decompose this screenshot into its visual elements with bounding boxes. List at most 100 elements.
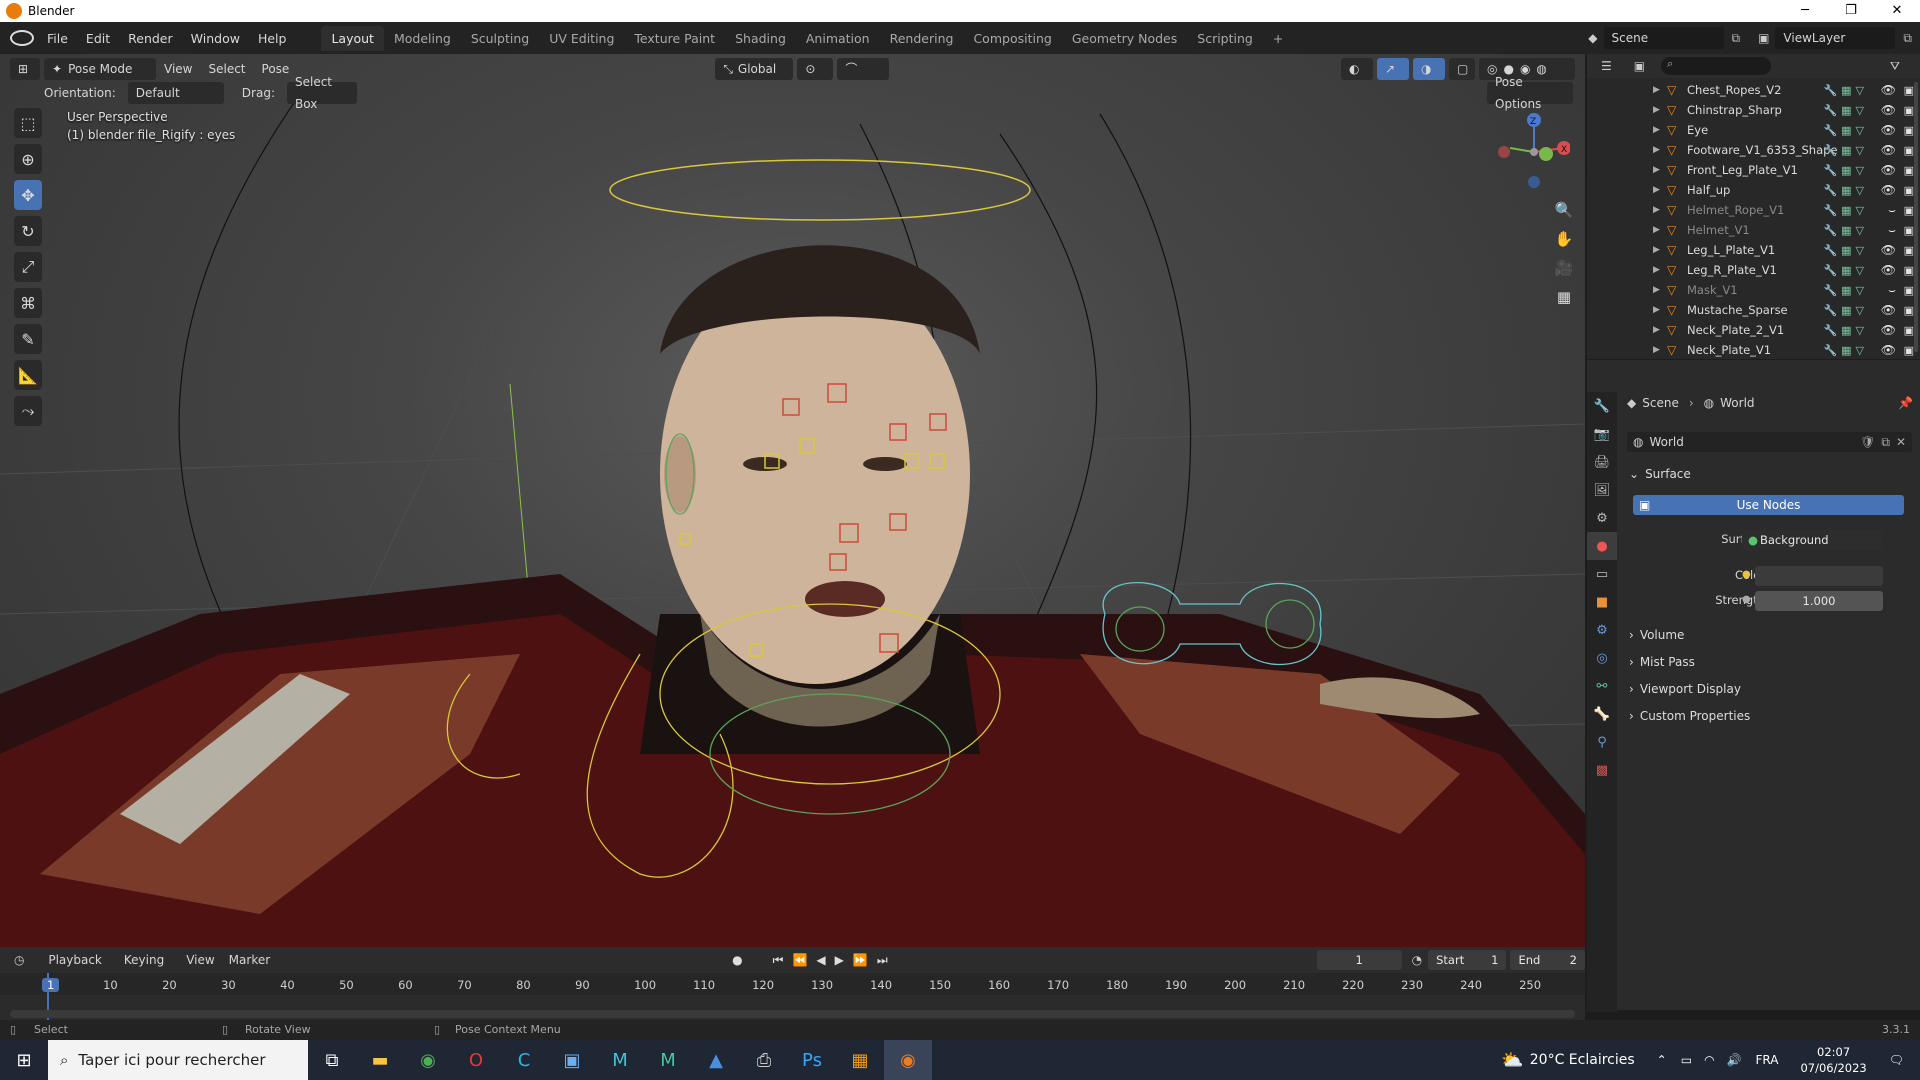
timeline-editor-icon[interactable]: ◷: [14, 953, 42, 967]
menu-file[interactable]: File: [38, 31, 77, 46]
jump-start-icon[interactable]: ⏮: [773, 953, 793, 967]
expand-arrow-icon[interactable]: ▶: [1653, 285, 1667, 295]
modifier-data-icons[interactable]: 🔧▦▽: [1823, 344, 1868, 357]
move-tool-icon[interactable]: ✥: [14, 180, 42, 210]
texture-tab-icon[interactable]: ▩: [1587, 756, 1617, 784]
menu-render[interactable]: Render: [119, 31, 182, 46]
minimize-button[interactable]: ─: [1782, 0, 1828, 22]
taskbar-search-input[interactable]: ⌕ Taper ici pour rechercher: [48, 1040, 308, 1080]
fake-user-icon[interactable]: 🛡: [1860, 435, 1875, 449]
render-camera-icon[interactable]: ▣: [1904, 144, 1914, 157]
output-tab-icon[interactable]: 🖨: [1587, 448, 1617, 476]
timeline-menu-view[interactable]: View: [186, 953, 214, 967]
render-tab-icon[interactable]: 📷: [1587, 420, 1617, 448]
outliner-item[interactable]: ▶ ▽ Chest_Ropes_V2 🔧▦▽ 👁 ▣: [1587, 80, 1920, 100]
render-camera-icon[interactable]: ▣: [1904, 104, 1914, 117]
collection-tab-icon[interactable]: ▭: [1587, 560, 1617, 588]
visibility-eye-icon[interactable]: 👁: [1881, 343, 1896, 357]
outliner-item[interactable]: ▶ ▽ Half_up 🔧▦▽ 👁 ▣: [1587, 180, 1920, 200]
outliner-item[interactable]: ▶ ▽ Eye 🔧▦▽ 👁 ▣: [1587, 120, 1920, 140]
expand-arrow-icon[interactable]: ▶: [1653, 325, 1667, 335]
modifier-data-icons[interactable]: 🔧▦▽: [1823, 324, 1868, 337]
display-mode-icon[interactable]: ▣: [1634, 59, 1645, 73]
visibility-eye-icon[interactable]: 👁: [1881, 323, 1896, 337]
visibility-eye-icon[interactable]: 👁: [1881, 243, 1896, 257]
expand-arrow-icon[interactable]: ▶: [1653, 205, 1667, 215]
expand-arrow-icon[interactable]: ▶: [1653, 105, 1667, 115]
outliner-item[interactable]: ▶ ▽ Helmet_V1 🔧▦▽ ⌣ ▣: [1587, 220, 1920, 240]
relax-pose-tool-icon[interactable]: ⤳: [14, 396, 42, 426]
pose-options-button[interactable]: Pose Options: [1487, 75, 1573, 111]
render-camera-icon[interactable]: ▣: [1904, 344, 1914, 357]
editor-type-icon[interactable]: ⊞: [10, 58, 40, 80]
clock-icon[interactable]: ◔: [1412, 953, 1422, 967]
tab-modeling[interactable]: Modeling: [384, 26, 461, 51]
tab-rendering[interactable]: Rendering: [880, 26, 964, 51]
use-nodes-button[interactable]: ▣ Use Nodes: [1633, 495, 1904, 515]
gizmo-toggle-icon[interactable]: ↗: [1377, 58, 1409, 80]
expand-arrow-icon[interactable]: ▶: [1653, 125, 1667, 135]
visibility-eye-icon[interactable]: 👁: [1881, 123, 1896, 137]
menu-edit[interactable]: Edit: [77, 31, 119, 46]
timeline-menu-playback[interactable]: Playback: [48, 953, 102, 967]
pivot-point-icon[interactable]: ⊙: [797, 58, 834, 80]
render-camera-icon[interactable]: ▣: [1904, 184, 1914, 197]
expand-arrow-icon[interactable]: ▶: [1653, 145, 1667, 155]
render-camera-icon[interactable]: ▣: [1904, 124, 1914, 137]
view-layer-selector[interactable]: ViewLayer: [1775, 27, 1896, 49]
render-camera-icon[interactable]: ▣: [1904, 264, 1914, 277]
expand-arrow-icon[interactable]: ▶: [1653, 225, 1667, 235]
scene-selector[interactable]: Scene: [1603, 27, 1724, 49]
language-indicator[interactable]: FRA: [1756, 1053, 1779, 1067]
printer-icon[interactable]: ⎙: [740, 1040, 788, 1080]
modifier-data-icons[interactable]: 🔧▦▽: [1823, 144, 1868, 157]
physics-tab-icon[interactable]: ◎: [1587, 644, 1617, 672]
visibility-eye-icon[interactable]: ⌣: [1888, 223, 1896, 238]
filter-icon[interactable]: ⛛: [1890, 59, 1900, 74]
prev-keyframe-icon[interactable]: ⏪: [792, 953, 816, 967]
timeline-menu-marker[interactable]: Marker: [229, 953, 270, 967]
scale-tool-icon[interactable]: ⤢: [14, 252, 42, 282]
jump-end-icon[interactable]: ⏭: [877, 953, 897, 967]
expand-arrow-icon[interactable]: ▶: [1653, 165, 1667, 175]
expand-arrow-icon[interactable]: ▶: [1653, 265, 1667, 275]
annotate-tool-icon[interactable]: ✎: [14, 324, 42, 354]
close-button[interactable]: ✕: [1874, 0, 1920, 22]
tab-geometry-nodes[interactable]: Geometry Nodes: [1062, 26, 1187, 51]
windows-start-icon[interactable]: ⊞: [0, 1040, 48, 1080]
store-icon[interactable]: ▣: [548, 1040, 596, 1080]
modifier-tab-icon[interactable]: ⚙: [1587, 616, 1617, 644]
render-camera-icon[interactable]: ▣: [1904, 84, 1914, 97]
play-reverse-icon[interactable]: ◀: [816, 953, 834, 967]
outliner-item[interactable]: ▶ ▽ Chinstrap_Sharp 🔧▦▽ 👁 ▣: [1587, 100, 1920, 120]
render-camera-icon[interactable]: ▣: [1904, 204, 1914, 217]
outliner-search-input[interactable]: ⌕: [1661, 57, 1772, 75]
cursor-tool-icon[interactable]: ⊕: [14, 144, 42, 174]
navigation-gizmo[interactable]: Z X: [1490, 108, 1571, 188]
modifier-data-icons[interactable]: 🔧▦▽: [1823, 224, 1868, 237]
render-camera-icon[interactable]: ▣: [1904, 244, 1914, 257]
modifier-data-icons[interactable]: 🔧▦▽: [1823, 124, 1868, 137]
render-camera-icon[interactable]: ▣: [1904, 304, 1914, 317]
modifier-data-icons[interactable]: 🔧▦▽: [1823, 284, 1868, 297]
photoshop-icon[interactable]: Ps: [788, 1040, 836, 1080]
task-view-icon[interactable]: ⧉: [308, 1040, 356, 1080]
photos-icon[interactable]: ▲: [692, 1040, 740, 1080]
xray-icon[interactable]: ▢: [1449, 58, 1475, 80]
outliner-item[interactable]: ▶ ▽ Leg_R_Plate_V1 🔧▦▽ 👁 ▣: [1587, 260, 1920, 280]
blender-menu-icon[interactable]: [10, 30, 34, 46]
new-view-layer-icon[interactable]: ⧉: [1903, 31, 1912, 46]
timeline-scrollbar[interactable]: [10, 1010, 1575, 1018]
tool-tab-icon[interactable]: 🔧: [1587, 392, 1617, 420]
play-icon[interactable]: ▶: [835, 953, 853, 967]
expand-arrow-icon[interactable]: ▶: [1653, 305, 1667, 315]
render-camera-icon[interactable]: ▣: [1904, 164, 1914, 177]
world-datablock[interactable]: ◍ World 🛡 ⧉ ✕: [1627, 432, 1912, 452]
render-camera-icon[interactable]: ▣: [1904, 324, 1914, 337]
strength-input[interactable]: 1.000: [1755, 591, 1883, 611]
visibility-eye-icon[interactable]: ⌣: [1888, 283, 1896, 298]
orientation-selector[interactable]: Default: [127, 82, 224, 104]
transform-orientation-selector[interactable]: ⤡ Global: [715, 58, 794, 80]
drag-selector[interactable]: Select Box: [286, 75, 357, 111]
camera-view-icon[interactable]: 🎥: [1552, 254, 1576, 283]
